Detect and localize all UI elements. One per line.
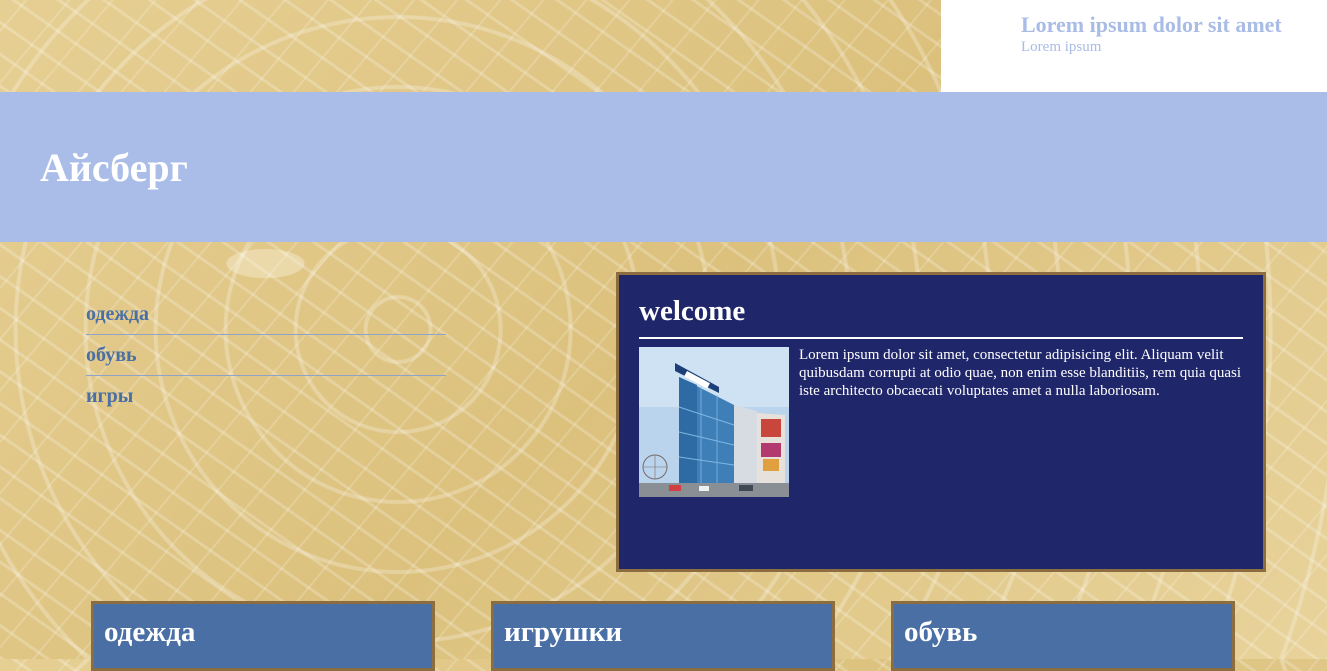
welcome-panel: welcome Lorem ipsum dolor sit amet, cons… — [616, 272, 1266, 572]
building-illustration — [639, 347, 789, 497]
card-title: одежда — [104, 616, 196, 648]
site-title: Lorem ipsum dolor sit amet — [1021, 12, 1282, 37]
card-title: игрушки — [504, 616, 623, 648]
sidebar-item-clothing[interactable]: одежда — [86, 294, 446, 335]
sidebar-item-shoes[interactable]: обувь — [86, 335, 446, 376]
category-card-toys[interactable]: игрушки — [491, 601, 835, 671]
welcome-title: welcome — [639, 295, 746, 327]
card-title: обувь — [904, 616, 978, 648]
header-top-right: Lorem ipsum dolor sit amet Lorem ipsum — [941, 0, 1327, 92]
welcome-body-text: Lorem ipsum dolor sit amet, consectetur … — [799, 347, 1241, 399]
building-image — [639, 347, 789, 497]
divider — [639, 337, 1243, 339]
category-card-clothing[interactable]: одежда — [91, 601, 435, 671]
sidebar-nav: одежда обувь игры — [86, 294, 446, 416]
sidebar-item-games[interactable]: игры — [86, 376, 446, 416]
brand-logo[interactable]: Айсберг — [40, 144, 188, 191]
category-card-shoes[interactable]: обувь — [891, 601, 1235, 671]
banner: Айсберг — [0, 92, 1327, 242]
site-subtitle: Lorem ipsum — [1021, 39, 1102, 55]
